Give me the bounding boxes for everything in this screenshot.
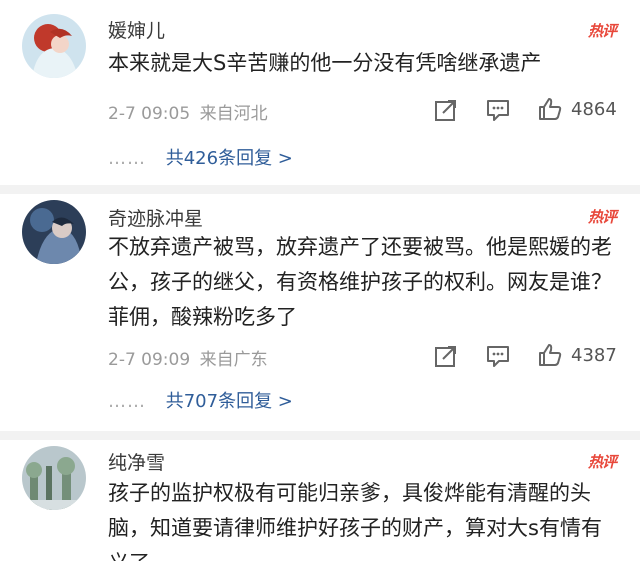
avatar[interactable] xyxy=(22,446,86,510)
comment-text: 本来就是大S辛苦赚的他一分没有凭啥继承遗产 xyxy=(108,51,542,75)
thumbs-up-icon[interactable] xyxy=(537,342,563,368)
comment-meta: 2-7 09:05 来自河北 xyxy=(108,99,268,124)
like-count: 4864 xyxy=(571,99,617,120)
replies-dots: …… xyxy=(108,148,146,169)
replies-dots: …… xyxy=(108,391,146,412)
comment-item: 奇迹脉冲星 热评 不放弃遗产被骂，放弃遗产了还要被骂。他是熙媛的老公，孩子的继父… xyxy=(0,194,640,431)
comment-meta: 2-7 09:09 来自广东 xyxy=(108,345,268,370)
share-icon[interactable] xyxy=(433,343,459,369)
divider xyxy=(0,185,640,194)
view-replies-link[interactable]: 共707条回复 > xyxy=(166,391,293,412)
comment-text: 不放弃遗产被骂，放弃遗产了还要被骂。他是熙媛的老公，孩子的继父，有资格维护孩子的… xyxy=(108,235,612,329)
comment-icon[interactable] xyxy=(485,343,511,369)
hot-badge: 热评 xyxy=(587,208,617,226)
comment-icon[interactable] xyxy=(485,97,511,123)
location: 来自广东 xyxy=(199,350,268,370)
timestamp: 2-7 09:09 xyxy=(108,350,191,370)
hot-badge: 热评 xyxy=(587,453,617,471)
divider xyxy=(0,431,640,440)
timestamp: 2-7 09:05 xyxy=(108,104,191,124)
username[interactable]: 媛婶儿 xyxy=(108,16,165,43)
comment-text: 孩子的监护权极有可能归亲爹，具俊烨能有清醒的头脑，知道要请律师维护好孩子的财产，… xyxy=(108,481,602,561)
replies-row: …… 共426条回复 > xyxy=(108,144,293,170)
hot-badge: 热评 xyxy=(587,22,617,40)
avatar[interactable] xyxy=(22,200,86,264)
share-icon[interactable] xyxy=(433,97,459,123)
thumbs-up-icon[interactable] xyxy=(537,96,563,122)
username[interactable]: 纯净雪 xyxy=(108,448,165,475)
replies-row: …… 共707条回复 > xyxy=(108,387,293,413)
username[interactable]: 奇迹脉冲星 xyxy=(108,204,203,231)
location: 来自河北 xyxy=(199,104,268,124)
view-replies-link[interactable]: 共426条回复 > xyxy=(166,148,293,169)
avatar[interactable] xyxy=(22,14,86,78)
comment-item: 纯净雪 热评 孩子的监护权极有可能归亲爹，具俊烨能有清醒的头脑，知道要请律师维护… xyxy=(0,440,640,561)
like-count: 4387 xyxy=(571,345,617,366)
comment-item: 媛婶儿 热评 本来就是大S辛苦赚的他一分没有凭啥继承遗产 2-7 09:05 来… xyxy=(0,0,640,185)
